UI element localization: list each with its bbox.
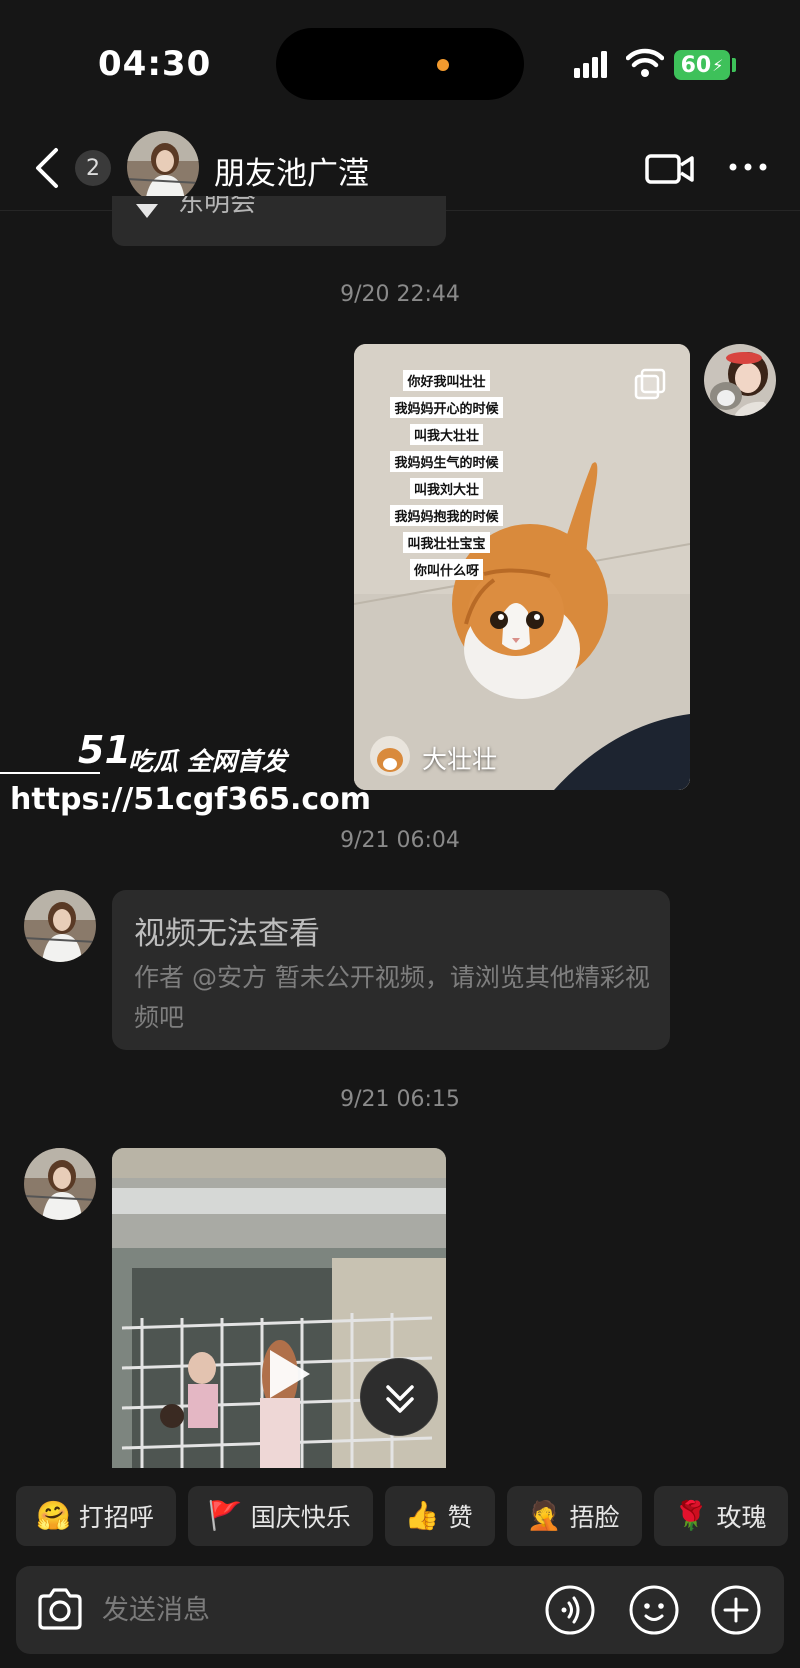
- caption-line: 你好我叫壮壮: [403, 370, 490, 391]
- caption-line: 叫我刘大壮: [409, 478, 483, 499]
- partial-message-text: 东明会: [178, 196, 257, 218]
- quick-reply-greet[interactable]: 🤗 打招呼: [16, 1486, 176, 1546]
- voice-icon[interactable]: [544, 1584, 596, 1636]
- thumbs-up-icon: 👍: [404, 1499, 440, 1532]
- emoji-icon[interactable]: [628, 1584, 680, 1636]
- location-marker-icon: [136, 204, 158, 218]
- contact-avatar[interactable]: [127, 131, 199, 203]
- battery-tip: [732, 58, 736, 72]
- unavailable-video-bubble[interactable]: 视频无法查看 作者 @安方 暂未公开视频，请浏览其他精彩视频吧: [112, 890, 670, 1050]
- watermark-url: https://51cgf365.com: [10, 782, 372, 817]
- watermark-line: [0, 772, 100, 774]
- quick-reply-facepalm[interactable]: 🤦 捂脸: [506, 1486, 642, 1546]
- cellular-signal-icon: [574, 51, 607, 78]
- quick-reply-bar: 🤗 打招呼 🚩 国庆快乐 👍 赞 🤦 捂脸 🌹 玫瑰: [16, 1486, 789, 1546]
- quick-reply-label: 玫瑰: [716, 1503, 767, 1532]
- scroll-to-bottom-button[interactable]: [360, 1358, 438, 1436]
- quick-reply-label: 打招呼: [78, 1503, 154, 1532]
- chat-title: 朋友池广滢: [214, 156, 369, 192]
- unavailable-title: 视频无法查看: [134, 916, 320, 952]
- caption-line: 我妈妈抱我的时候: [390, 505, 503, 526]
- caption-line: 叫我大壮壮: [409, 424, 483, 445]
- wifi-icon: [626, 48, 664, 77]
- quick-reply-label: 国庆快乐: [250, 1503, 351, 1532]
- battery-indicator: 60 ⚡: [674, 50, 730, 80]
- status-time: 04:30: [98, 44, 212, 84]
- quick-reply-national-day[interactable]: 🚩 国庆快乐: [187, 1486, 373, 1546]
- camera-icon[interactable]: [34, 1584, 86, 1636]
- partial-message-bubble[interactable]: 东明会: [112, 196, 446, 246]
- more-icon[interactable]: [728, 160, 768, 174]
- quick-reply-label: 赞: [447, 1503, 473, 1532]
- shared-video-card[interactable]: 你好我叫壮壮 我妈妈开心的时候 叫我大壮壮 我妈妈生气的时候 叫我刘大壮 我妈妈…: [354, 344, 690, 790]
- dynamic-island: [276, 28, 524, 100]
- caption-line: 我妈妈开心的时候: [390, 397, 503, 418]
- plus-icon[interactable]: [710, 1584, 762, 1636]
- timestamp: 9/21 06:15: [340, 1087, 460, 1112]
- video-author-avatar: [370, 736, 410, 776]
- message-input[interactable]: [102, 1588, 442, 1632]
- quick-reply-like[interactable]: 👍 赞: [384, 1486, 495, 1546]
- self-avatar[interactable]: [704, 344, 776, 416]
- facepalm-icon: 🤦: [526, 1499, 562, 1532]
- quick-reply-rose[interactable]: 🌹 玫瑰: [653, 1486, 789, 1546]
- double-chevron-down-icon: [386, 1385, 414, 1413]
- play-icon[interactable]: [256, 1344, 316, 1404]
- unavailable-body: 作者 @安方 暂未公开视频，请浏览其他精彩视频吧: [134, 963, 650, 1032]
- caption-line: 我妈妈生气的时候: [390, 451, 503, 472]
- copy-icon: [634, 368, 666, 400]
- contact-avatar[interactable]: [24, 890, 96, 962]
- unread-count-badge[interactable]: 2: [75, 150, 111, 186]
- watermark-title: 吃瓜 全网首发: [128, 747, 287, 776]
- quick-reply-label: 捂脸: [569, 1503, 620, 1532]
- video-call-icon[interactable]: [645, 152, 695, 186]
- back-icon[interactable]: [30, 144, 64, 192]
- battery-level: 60: [680, 52, 712, 78]
- emoji-icon: 🤗: [36, 1499, 71, 1532]
- privacy-indicator-dot: [437, 59, 449, 71]
- video-author-name: 大壮壮: [422, 745, 498, 774]
- timestamp: 9/20 22:44: [340, 282, 460, 307]
- watermark-logo: 51: [78, 728, 131, 772]
- message-input-bar: [16, 1566, 784, 1654]
- flag-icon: 🚩: [207, 1499, 243, 1532]
- video-caption: 你好我叫壮壮 我妈妈开心的时候 叫我大壮壮 我妈妈生气的时候 叫我刘大壮 我妈妈…: [354, 370, 539, 580]
- timestamp: 9/21 06:04: [340, 828, 460, 853]
- rose-icon: 🌹: [673, 1499, 709, 1532]
- caption-line: 叫我壮壮宝宝: [403, 532, 490, 553]
- caption-line: 你叫什么呀: [409, 559, 483, 580]
- contact-avatar[interactable]: [24, 1148, 96, 1220]
